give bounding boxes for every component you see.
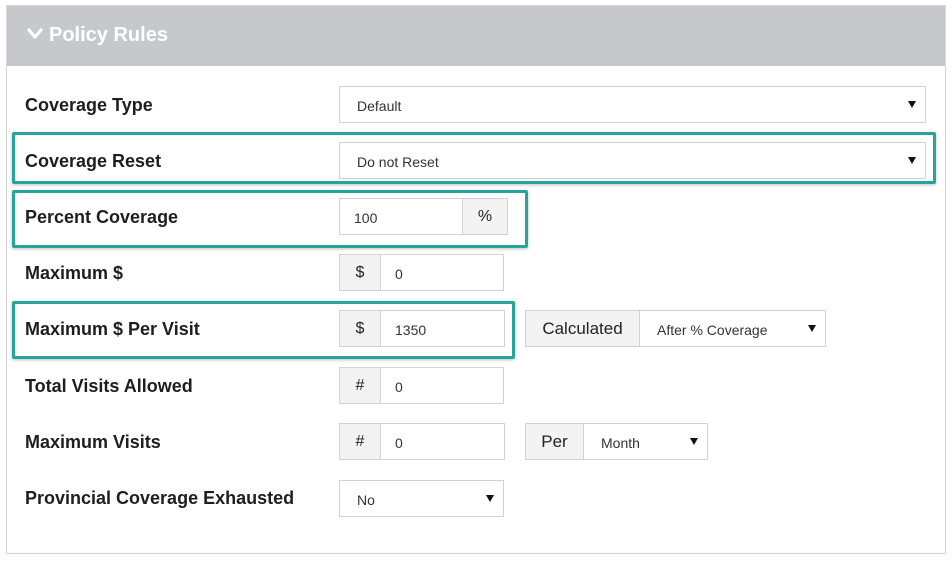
total-visits-allowed-label: Total Visits Allowed	[25, 376, 193, 396]
dollar-addon: $	[339, 254, 381, 291]
hash-addon: #	[339, 367, 381, 404]
panel-title: Policy Rules	[49, 24, 168, 46]
percent-coverage-label: Percent Coverage	[25, 207, 179, 227]
per-period-select[interactable]: Month	[583, 423, 708, 460]
caret-down-icon	[690, 438, 698, 445]
maximum-dollar-per-visit-label: Maximum $ Per Visit	[25, 319, 200, 339]
coverage-type-select[interactable]: Default	[339, 86, 926, 123]
calculated-select[interactable]: After % Coverage	[639, 310, 826, 347]
maximum-dollar-per-visit-value: 1350	[395, 322, 427, 338]
coverage-type-label: Coverage Type	[25, 95, 153, 115]
dollar-addon: $	[339, 310, 381, 347]
per-addon: Per	[525, 423, 584, 460]
percent-addon: %	[462, 198, 508, 235]
coverage-reset-value: Do not Reset	[357, 154, 439, 170]
caret-down-icon	[908, 101, 916, 108]
provincial-coverage-exhausted-label: Provincial Coverage Exhausted	[25, 488, 295, 508]
caret-down-icon	[808, 325, 816, 332]
total-visits-allowed-value: 0	[395, 379, 403, 395]
per-period-value: Month	[601, 435, 640, 451]
total-visits-allowed-input[interactable]: 0	[380, 367, 504, 404]
coverage-reset-label: Coverage Reset	[25, 151, 162, 171]
chevron-down-icon[interactable]	[27, 28, 43, 40]
maximum-visits-label: Maximum Visits	[25, 432, 161, 452]
caret-down-icon	[486, 495, 494, 502]
maximum-visits-value: 0	[395, 435, 403, 451]
caret-down-icon	[908, 157, 916, 164]
maximum-dollar-label: Maximum $	[25, 263, 124, 283]
coverage-reset-select[interactable]: Do not Reset	[339, 142, 926, 179]
maximum-dollar-input[interactable]: 0	[380, 254, 504, 291]
maximum-dollar-per-visit-input[interactable]: 1350	[380, 310, 505, 347]
percent-coverage-input[interactable]: 100	[339, 198, 463, 235]
maximum-visits-input[interactable]: 0	[380, 423, 505, 460]
percent-coverage-value: 100	[354, 210, 378, 226]
calculated-value: After % Coverage	[657, 322, 768, 338]
provincial-coverage-exhausted-select[interactable]: No	[339, 480, 504, 517]
provincial-coverage-exhausted-value: No	[357, 492, 375, 508]
panel-header[interactable]: Policy Rules	[7, 6, 945, 66]
hash-addon: #	[339, 423, 381, 460]
calculated-addon: Calculated	[525, 310, 640, 347]
maximum-dollar-value: 0	[395, 266, 403, 282]
coverage-type-value: Default	[357, 98, 402, 114]
